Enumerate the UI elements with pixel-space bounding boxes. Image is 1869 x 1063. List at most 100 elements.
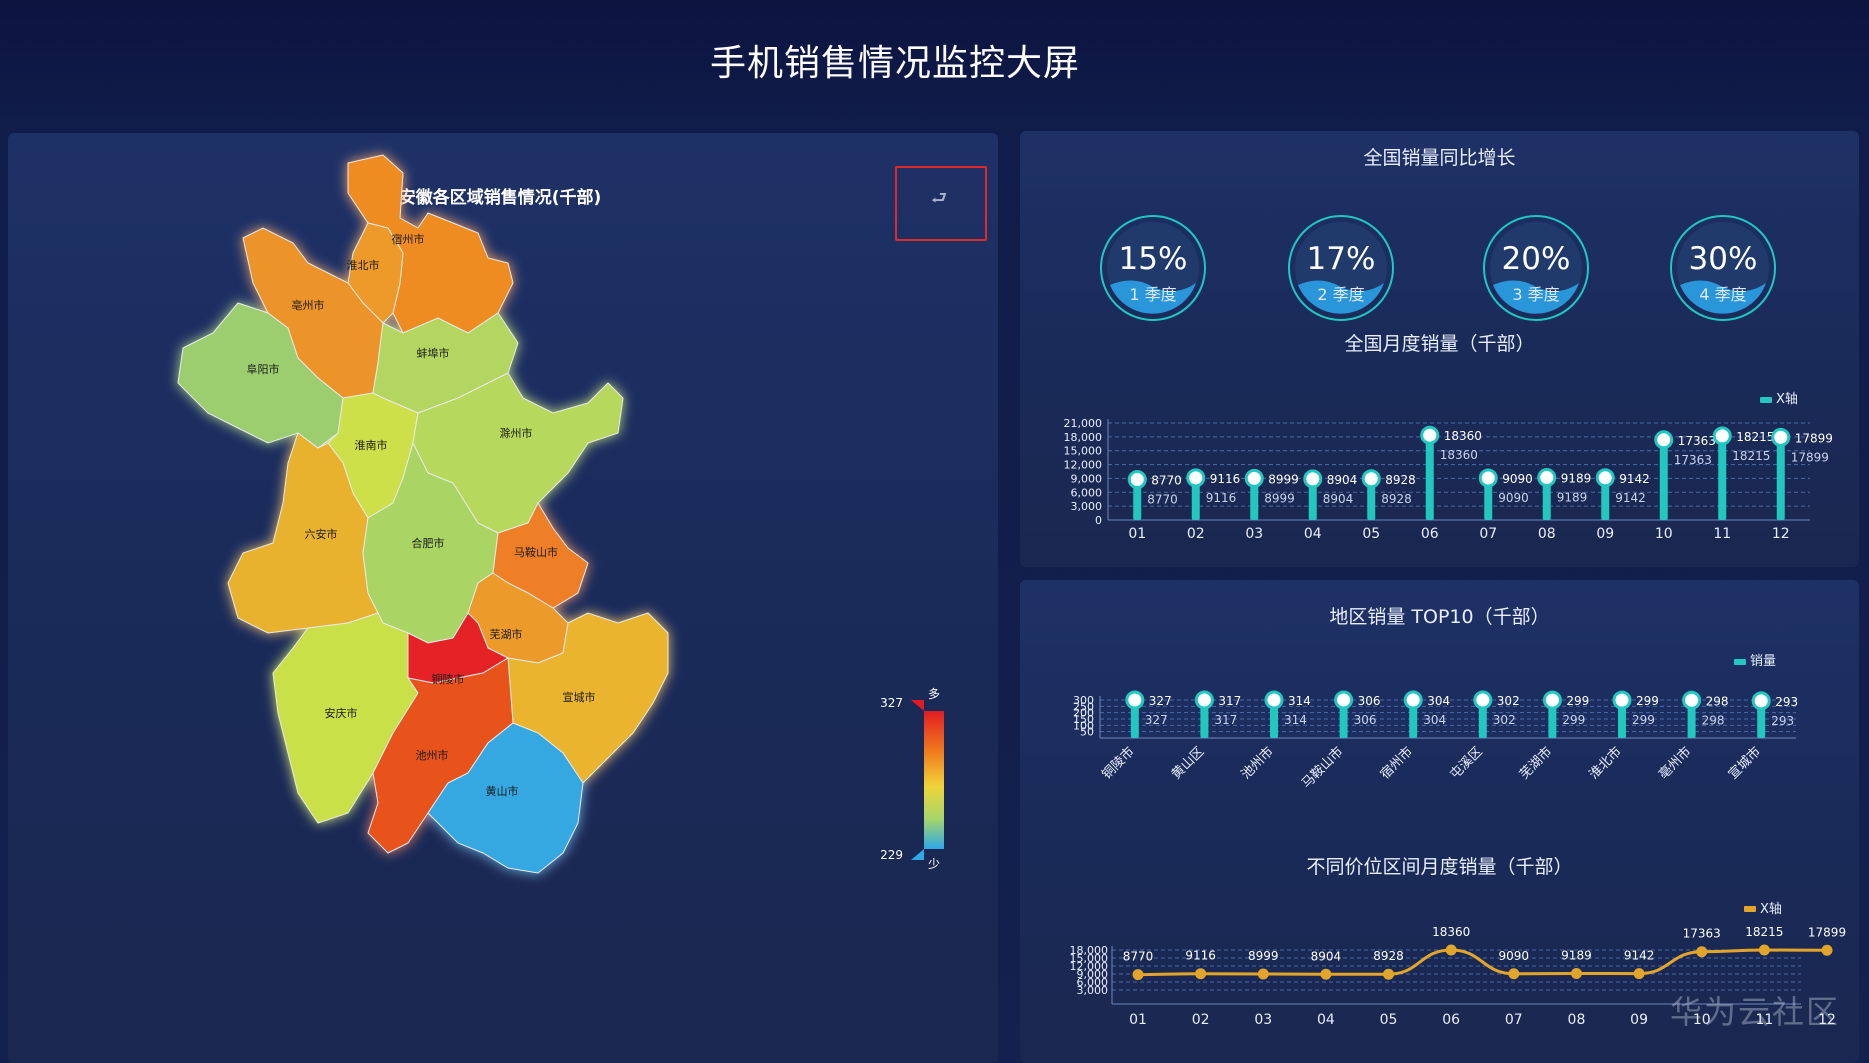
bar-inner-label: 302	[1493, 713, 1516, 727]
x-tick-label: 屯溪区	[1447, 744, 1485, 782]
y-tick-label: 12,000	[1064, 459, 1103, 472]
bar[interactable]	[1776, 437, 1785, 520]
map-region-label: 六安市	[305, 527, 338, 541]
legend-swatch[interactable]	[1760, 397, 1772, 403]
bar-head[interactable]	[1654, 430, 1674, 450]
legend-label[interactable]: 销量	[1750, 654, 1776, 669]
bar-head[interactable]	[1542, 690, 1562, 710]
bar-head[interactable]	[1537, 468, 1557, 488]
line-point[interactable]	[1696, 946, 1708, 958]
bar-inner-label: 306	[1354, 713, 1377, 727]
x-tick-label: 淮北市	[1586, 744, 1625, 783]
bar-head[interactable]	[1682, 690, 1702, 710]
bar-value-label: 306	[1358, 694, 1381, 708]
bar-head[interactable]	[1264, 690, 1284, 710]
line-point[interactable]	[1570, 967, 1582, 979]
bar-head[interactable]	[1612, 690, 1632, 710]
bar-value-label: 8999	[1268, 472, 1299, 486]
bar-inner-label: 327	[1145, 713, 1168, 727]
bar-inner-label: 9142	[1615, 491, 1646, 505]
x-tick-label: 11	[1713, 526, 1731, 542]
bar-head[interactable]	[1194, 690, 1214, 710]
map-region-label: 宿州市	[392, 232, 425, 246]
bar-head[interactable]	[1403, 690, 1423, 710]
bar-head[interactable]	[1186, 468, 1206, 488]
point-value-label: 8904	[1311, 949, 1342, 963]
back-arrow-icon: ⮐	[931, 188, 948, 209]
legend-swatch[interactable]	[1734, 659, 1746, 665]
bar-value-label: 299	[1636, 694, 1659, 708]
bar-inner-label: 18360	[1440, 448, 1478, 462]
bar-head[interactable]	[1712, 426, 1732, 446]
bar-head[interactable]	[1334, 690, 1354, 710]
x-tick-label: 06	[1442, 1012, 1460, 1028]
bar[interactable]	[1718, 435, 1727, 520]
legend-label[interactable]: X轴	[1776, 392, 1798, 407]
x-tick-label: 02	[1192, 1012, 1210, 1028]
x-tick-label: 池州市	[1238, 744, 1277, 783]
bar-head[interactable]	[1751, 691, 1771, 711]
point-value-label: 18215	[1745, 925, 1783, 939]
x-tick-label: 铜陵市	[1099, 744, 1138, 783]
series-line[interactable]	[1137, 948, 1828, 977]
x-tick-label: 04	[1304, 526, 1322, 542]
bar-head[interactable]	[1420, 425, 1440, 445]
monthly-sales-chart: 21,00018,00015,00012,0009,0006,0003,0000…	[1064, 392, 1833, 542]
x-tick-label: 07	[1479, 526, 1497, 542]
bar-value-label: 9142	[1619, 472, 1650, 486]
x-tick-label: 02	[1187, 526, 1205, 542]
line-point[interactable]	[1445, 944, 1457, 956]
bar-inner-label: 8999	[1264, 491, 1295, 505]
line-point[interactable]	[1195, 968, 1207, 980]
bar-value-label: 9090	[1502, 472, 1533, 486]
bar-head[interactable]	[1244, 468, 1264, 488]
bar[interactable]	[1659, 439, 1668, 520]
bar-inner-label: 317	[1214, 713, 1237, 727]
visual-map-top-handle[interactable]	[911, 700, 924, 711]
bar-head[interactable]	[1127, 469, 1147, 489]
x-tick-label: 10	[1655, 526, 1673, 542]
map-region-label: 芜湖市	[490, 627, 523, 641]
bar-head[interactable]	[1595, 468, 1615, 488]
growth-panel: 全国销量同比增长 15% 1 季度 17% 2 季度 20% 3 季度 30% 4 季度 全国…	[1020, 131, 1859, 567]
line-point[interactable]	[1257, 968, 1269, 980]
line-point[interactable]	[1383, 968, 1395, 980]
map-region-label: 淮南市	[355, 438, 388, 452]
visual-map-bar[interactable]	[924, 711, 944, 849]
y-tick-label: 15,000	[1064, 445, 1103, 458]
page-title: 手机销售情况监控大屏	[709, 43, 1080, 84]
bar-head[interactable]	[1361, 469, 1381, 489]
visual-map-bottom-handle[interactable]	[911, 849, 924, 860]
bar-head[interactable]	[1125, 690, 1145, 710]
x-tick-label: 03	[1254, 1012, 1272, 1028]
bar-head[interactable]	[1771, 427, 1791, 447]
back-button[interactable]: ⮐	[895, 166, 987, 241]
bar-value-label: 8770	[1151, 473, 1182, 487]
x-tick-label: 宿州市	[1377, 744, 1416, 783]
line-point[interactable]	[1758, 944, 1770, 956]
legend-swatch[interactable]	[1744, 906, 1756, 912]
visual-map-legend[interactable]: 327 229 多 少	[880, 687, 944, 871]
bar-head[interactable]	[1473, 690, 1493, 710]
point-value-label: 18360	[1432, 925, 1470, 939]
bar-value-label: 17899	[1795, 431, 1833, 445]
map-panel: ⮐ 安徽各区域销售情况(千部) 宿州市 淮北市 亳州市 阜阳市 蚌埠市 淮南市 滁州市 六安市…	[8, 133, 998, 1063]
visual-map-low-text: 少	[928, 857, 940, 871]
bar[interactable]	[1425, 435, 1434, 520]
line-point[interactable]	[1821, 944, 1833, 956]
bar-head[interactable]	[1478, 468, 1498, 488]
point-value-label: 17899	[1808, 925, 1846, 939]
bar-head[interactable]	[1303, 469, 1323, 489]
line-point[interactable]	[1320, 968, 1332, 980]
legend-label[interactable]: X轴	[1760, 902, 1782, 917]
line-point[interactable]	[1633, 968, 1645, 980]
x-tick-label: 01	[1128, 526, 1146, 542]
bar-inner-label: 304	[1423, 713, 1446, 727]
bar-inner-label: 18215	[1732, 449, 1770, 463]
map-title: 安徽各区域销售情况(千部)	[399, 187, 602, 208]
map-region-label: 黄山市	[486, 784, 519, 798]
bar-value-label: 302	[1497, 694, 1520, 708]
line-point[interactable]	[1508, 968, 1520, 980]
line-point[interactable]	[1132, 969, 1144, 981]
visual-map-high-text: 多	[928, 687, 940, 701]
